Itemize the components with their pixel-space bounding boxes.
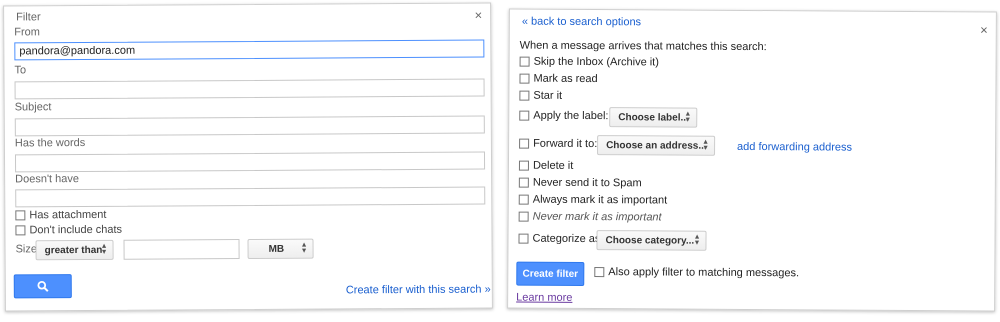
dont-include-chats-label: Don't include chats bbox=[29, 223, 123, 237]
forward-label: Forward it to: bbox=[533, 137, 598, 151]
also-apply-checkbox[interactable] bbox=[594, 267, 605, 278]
choose-address-value: Choose an address... bbox=[606, 140, 707, 152]
subject-label: Subject bbox=[14, 101, 52, 114]
search-button[interactable] bbox=[13, 274, 72, 299]
to-label: To bbox=[14, 64, 27, 77]
filter-intro-text: When a message arrives that matches this… bbox=[519, 39, 767, 54]
always-important-checkbox[interactable] bbox=[518, 194, 529, 205]
close-icon[interactable]: × bbox=[474, 8, 482, 23]
has-words-label: Has the words bbox=[14, 136, 86, 150]
never-important-checkbox[interactable] bbox=[518, 211, 529, 222]
size-operator-value: greater than bbox=[44, 244, 103, 257]
star-option[interactable]: Star it bbox=[519, 90, 562, 102]
choose-category-value: Choose category... bbox=[605, 235, 695, 247]
create-filter-link[interactable]: Create filter with this search » bbox=[346, 284, 491, 297]
never-spam-label: Never send it to Spam bbox=[532, 176, 642, 190]
star-checkbox[interactable] bbox=[519, 90, 530, 101]
size-label: Size bbox=[15, 243, 38, 256]
to-field[interactable] bbox=[14, 78, 485, 100]
filter-search-panel: Filter × From To Subject Has the words D… bbox=[3, 2, 493, 312]
choose-label-value: Choose label... bbox=[618, 112, 689, 124]
add-forwarding-link[interactable]: add forwarding address bbox=[737, 141, 852, 154]
apply-label-checkbox[interactable] bbox=[519, 110, 530, 121]
choose-category-select[interactable]: Choose category... ▲ ▼ bbox=[596, 230, 707, 251]
size-operator-select[interactable]: greater than ▲ ▼ bbox=[35, 239, 114, 261]
choose-address-select[interactable]: Choose an address... ▲ ▼ bbox=[597, 135, 716, 156]
forward-option[interactable]: Forward it to: bbox=[519, 138, 597, 150]
dont-include-chats-option[interactable]: Don't include chats bbox=[15, 224, 122, 237]
skip-inbox-label: Skip the Inbox (Archive it) bbox=[533, 55, 659, 69]
mark-read-checkbox[interactable] bbox=[519, 73, 530, 84]
size-unit-value: MB bbox=[268, 243, 285, 255]
never-important-label: Never mark it as important bbox=[532, 210, 662, 224]
learn-more-link[interactable]: Learn more bbox=[516, 292, 572, 304]
apply-label-option[interactable]: Apply the label: bbox=[519, 109, 609, 123]
updown-arrow-icon: ▲ ▼ bbox=[693, 233, 701, 247]
categorize-option[interactable]: Categorize as: bbox=[518, 232, 604, 246]
mark-read-option[interactable]: Mark as read bbox=[519, 72, 598, 86]
subject-field[interactable] bbox=[14, 115, 485, 137]
mark-read-label: Mark as read bbox=[533, 72, 598, 86]
from-field[interactable] bbox=[14, 39, 485, 61]
has-attachment-checkbox[interactable] bbox=[15, 210, 26, 221]
categorize-checkbox[interactable] bbox=[518, 233, 529, 244]
choose-label-select[interactable]: Choose label... ▲ ▼ bbox=[609, 107, 698, 128]
delete-option[interactable]: Delete it bbox=[518, 159, 574, 172]
updown-arrow-icon: ▲ ▼ bbox=[100, 242, 108, 256]
skip-inbox-option[interactable]: Skip the Inbox (Archive it) bbox=[519, 55, 659, 69]
from-label: From bbox=[14, 26, 40, 39]
search-icon bbox=[37, 280, 49, 292]
doesnt-have-label: Doesn't have bbox=[15, 173, 80, 186]
size-value-field[interactable] bbox=[123, 239, 240, 260]
never-spam-option[interactable]: Never send it to Spam bbox=[518, 176, 642, 190]
skip-inbox-checkbox[interactable] bbox=[519, 56, 530, 67]
panel-title: Filter bbox=[16, 11, 41, 24]
close-icon[interactable]: × bbox=[980, 22, 988, 37]
categorize-label: Categorize as: bbox=[532, 232, 604, 246]
delete-label: Delete it bbox=[532, 159, 574, 172]
has-attachment-label: Has attachment bbox=[29, 208, 107, 222]
dont-include-chats-checkbox[interactable] bbox=[15, 225, 26, 236]
doesnt-have-field[interactable] bbox=[15, 186, 486, 208]
apply-label-label: Apply the label: bbox=[533, 109, 609, 123]
updown-arrow-icon: ▲ ▼ bbox=[702, 138, 710, 152]
has-attachment-option[interactable]: Has attachment bbox=[15, 209, 106, 222]
never-important-option[interactable]: Never mark it as important bbox=[518, 210, 662, 224]
updown-arrow-icon: ▲ ▼ bbox=[684, 110, 692, 124]
create-filter-button[interactable]: Create filter bbox=[516, 261, 585, 286]
forward-checkbox[interactable] bbox=[519, 138, 530, 149]
also-apply-option[interactable]: Also apply filter to matching messages. bbox=[594, 266, 799, 279]
size-unit-select[interactable]: MB ▲ ▼ bbox=[247, 238, 314, 260]
updown-arrow-icon: ▲ ▼ bbox=[300, 241, 308, 255]
always-important-label: Always mark it as important bbox=[532, 193, 668, 207]
star-label: Star it bbox=[533, 89, 563, 102]
has-words-field[interactable] bbox=[14, 151, 486, 173]
filter-actions-panel: « back to search options × When a messag… bbox=[507, 8, 997, 312]
delete-checkbox[interactable] bbox=[518, 160, 529, 171]
back-to-search-link[interactable]: « back to search options bbox=[522, 16, 641, 29]
also-apply-label: Also apply filter to matching messages. bbox=[608, 266, 800, 280]
never-spam-checkbox[interactable] bbox=[518, 177, 529, 188]
always-important-option[interactable]: Always mark it as important bbox=[518, 193, 668, 207]
